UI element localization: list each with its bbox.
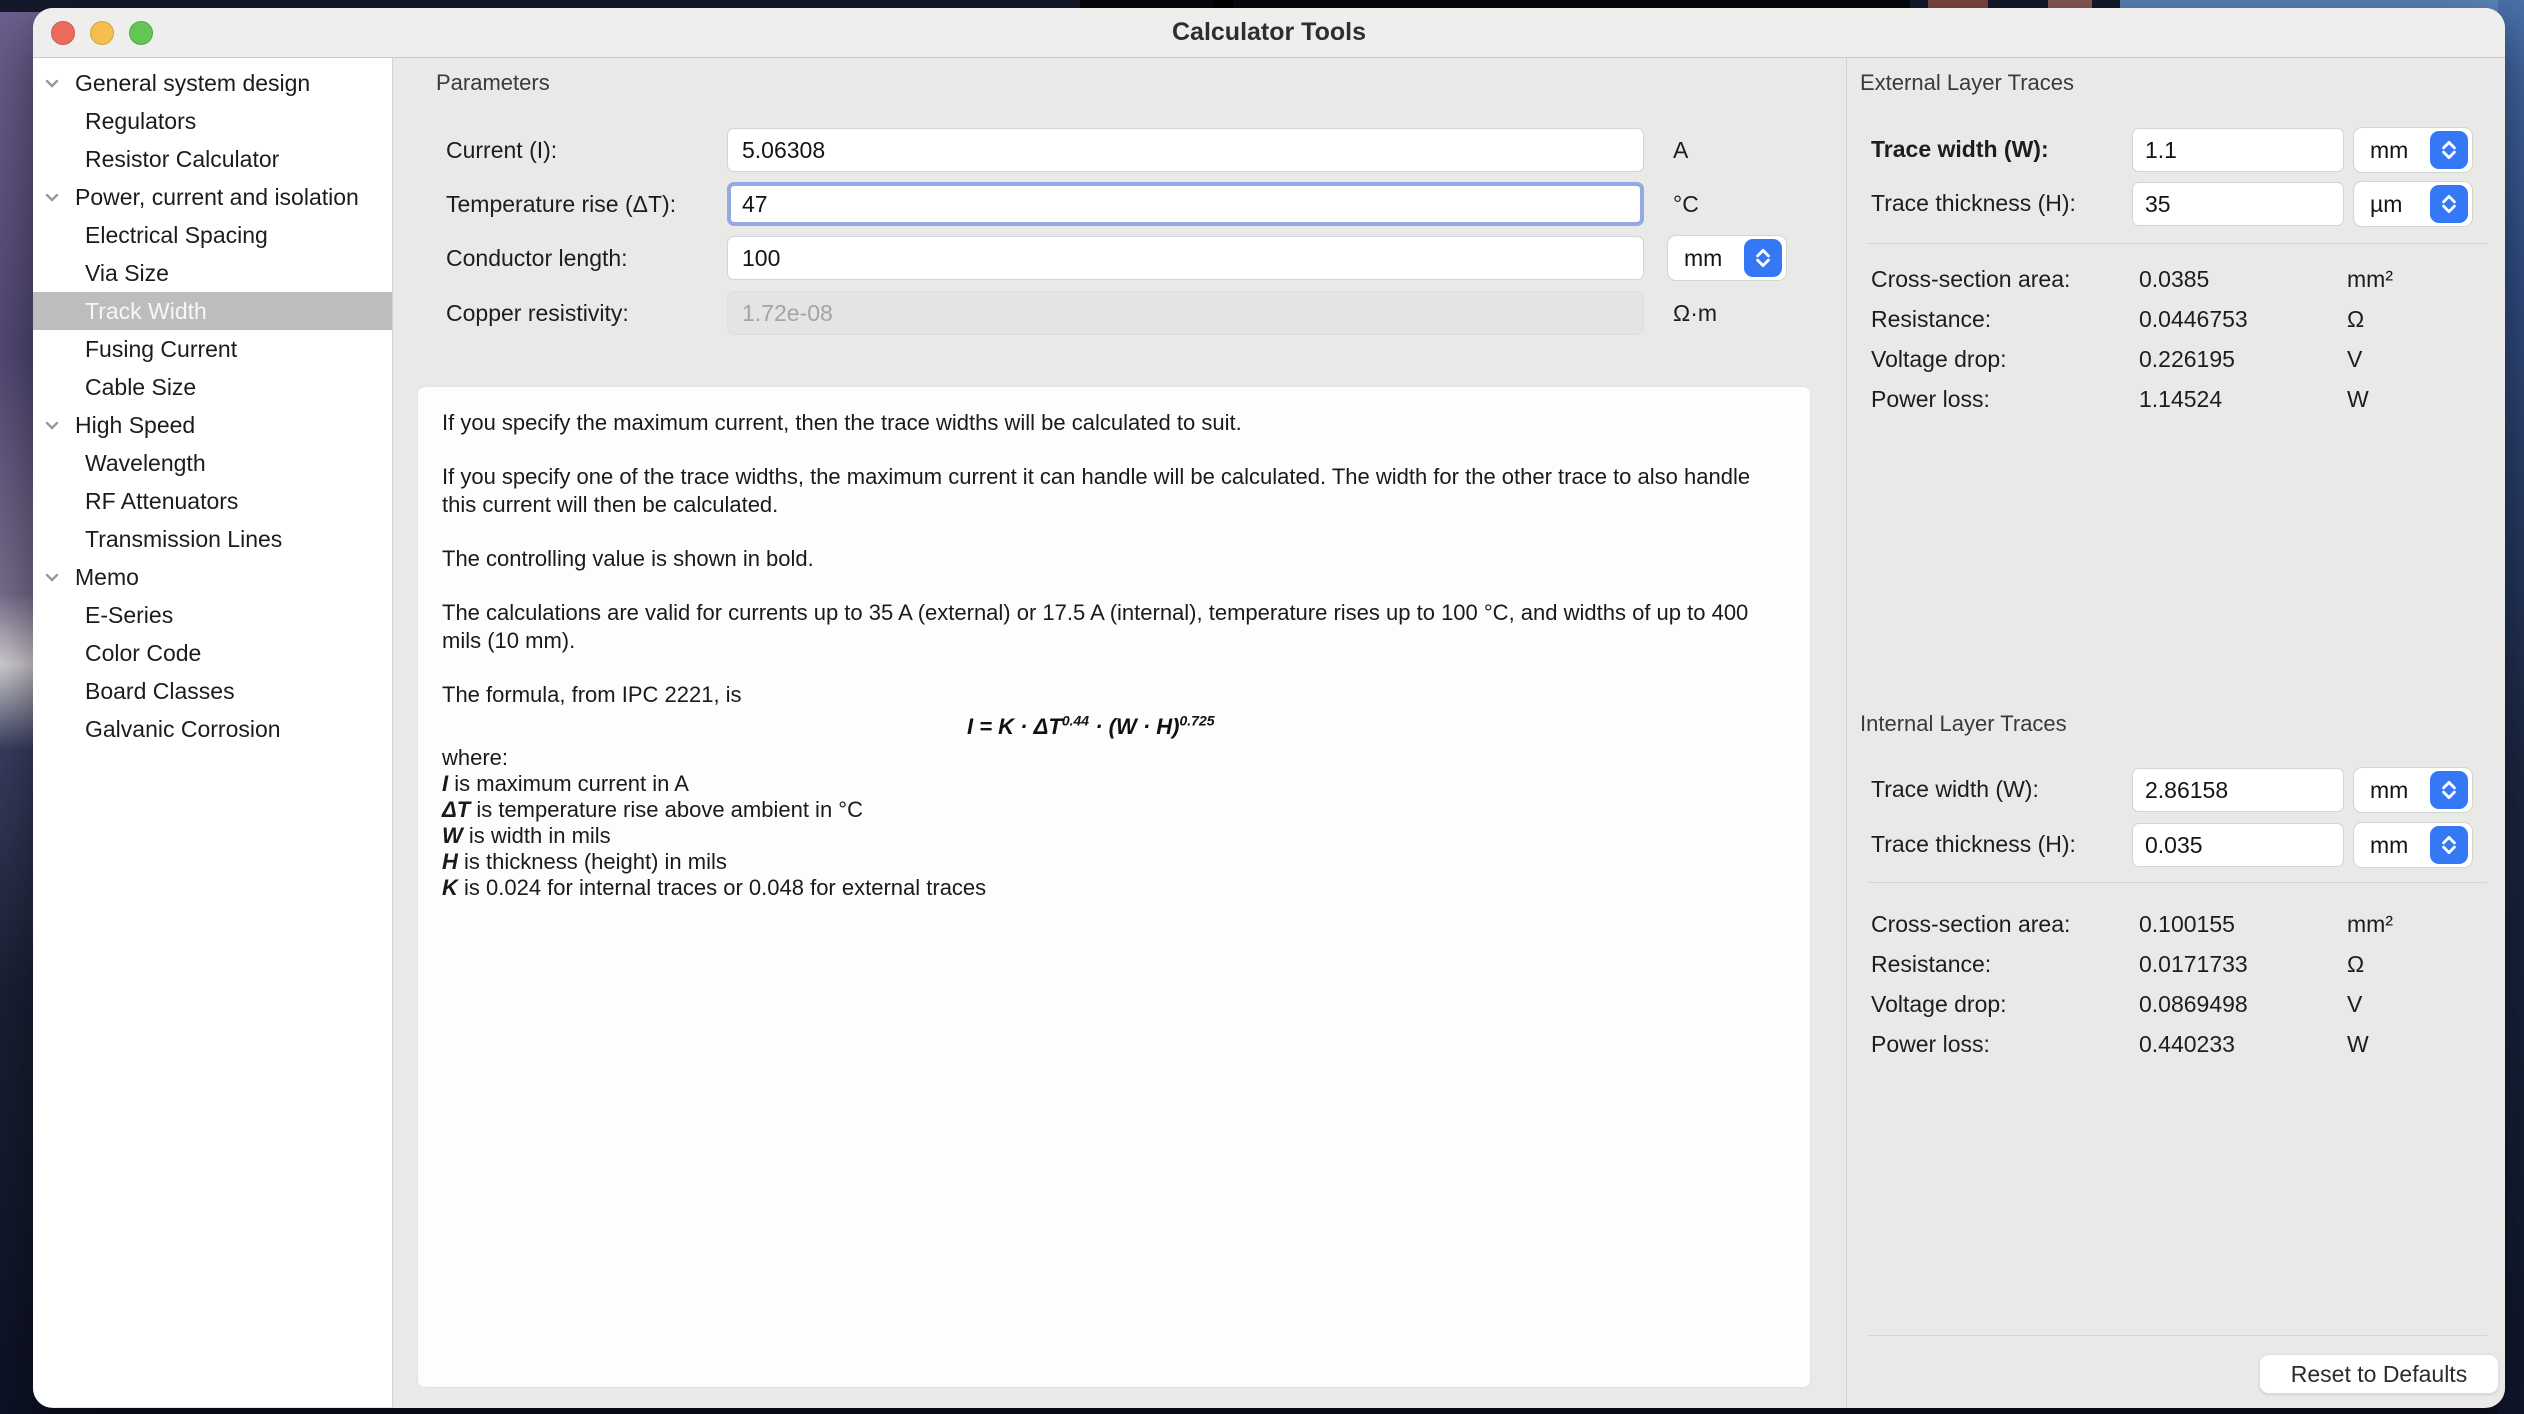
tree-item-e-series[interactable]: E-Series (33, 596, 392, 634)
temperature-rise-unit: °C (1673, 191, 1699, 218)
internal-trace-thickness-label: Trace thickness (H): (1871, 831, 2076, 858)
internal-results: Cross-section area: 0.100155 mm² Resista… (1847, 903, 2505, 1063)
tree-item-power-current-isolation[interactable]: Power, current and isolation (33, 178, 392, 216)
tree-item-rf-attenuators[interactable]: RF Attenuators (33, 482, 392, 520)
stepper-icon[interactable] (2430, 826, 2468, 864)
parameters-panel: Parameters Current (I): A Temperature ri… (393, 58, 1846, 1407)
tree-item-high-speed[interactable]: High Speed (33, 406, 392, 444)
external-trace-width-unit-select[interactable]: mm (2353, 127, 2473, 173)
calculator-tools-window: Calculator Tools General system design R… (33, 8, 2505, 1408)
result-row: Power loss: 1.14524 W (1847, 378, 2505, 418)
close-button[interactable] (51, 21, 75, 45)
stepper-icon[interactable] (2430, 131, 2468, 169)
divider (1867, 243, 2487, 244)
stepper-icon[interactable] (1744, 239, 1782, 277)
stepper-icon[interactable] (2430, 771, 2468, 809)
tree-item-galvanic-corrosion[interactable]: Galvanic Corrosion (33, 710, 392, 748)
result-row: Voltage drop: 0.0869498 V (1847, 983, 2505, 1023)
window-content: General system design Regulators Resisto… (33, 58, 2505, 1407)
ipc2221-formula: I = K · ΔT0.44 · (W · H)0.725 (967, 714, 1215, 739)
conductor-length-unit-select[interactable]: mm (1667, 235, 1787, 281)
tree-item-cable-size[interactable]: Cable Size (33, 368, 392, 406)
sidebar-tree: General system design Regulators Resisto… (33, 58, 393, 1407)
help-text-panel: If you specify the maximum current, then… (417, 386, 1811, 1388)
internal-trace-thickness-unit-select[interactable]: mm (2353, 822, 2473, 868)
tree-item-resistor-calculator[interactable]: Resistor Calculator (33, 140, 392, 178)
result-row: Resistance: 0.0171733 Ω (1847, 943, 2505, 983)
help-paragraph: The calculations are valid for currents … (442, 599, 1772, 655)
result-row: Cross-section area: 0.100155 mm² (1847, 903, 2505, 943)
result-row: Cross-section area: 0.0385 mm² (1847, 258, 2505, 298)
external-trace-width-label: Trace width (W): (1871, 136, 2049, 163)
tree-item-regulators[interactable]: Regulators (33, 102, 392, 140)
internal-trace-thickness-input[interactable] (2132, 823, 2344, 867)
internal-trace-width-label: Trace width (W): (1871, 776, 2039, 803)
reset-to-defaults-button[interactable]: Reset to Defaults (2259, 1354, 2499, 1394)
chevron-down-icon[interactable] (41, 414, 63, 436)
help-paragraph: If you specify the maximum current, then… (442, 409, 1772, 437)
traffic-lights (51, 21, 153, 45)
formula-legend: where: I is maximum current in A ΔT is t… (442, 745, 1786, 901)
help-paragraph: If you specify one of the trace widths, … (442, 463, 1772, 519)
temperature-rise-input[interactable] (727, 182, 1644, 226)
conductor-length-label: Conductor length: (446, 245, 628, 272)
result-row: Voltage drop: 0.226195 V (1847, 338, 2505, 378)
minimize-button[interactable] (90, 21, 114, 45)
conductor-length-input[interactable] (727, 236, 1644, 280)
tree-item-transmission-lines[interactable]: Transmission Lines (33, 520, 392, 558)
tree-item-board-classes[interactable]: Board Classes (33, 672, 392, 710)
parameters-section-title: Parameters (436, 70, 550, 96)
chevron-down-icon[interactable] (41, 566, 63, 588)
divider (1867, 1335, 2487, 1336)
external-trace-thickness-label: Trace thickness (H): (1871, 190, 2076, 217)
legend-line: W is width in mils (442, 823, 1786, 849)
chevron-down-icon[interactable] (41, 72, 63, 94)
tree-item-via-size[interactable]: Via Size (33, 254, 392, 292)
temperature-rise-label: Temperature rise (ΔT): (446, 191, 676, 218)
internal-trace-width-unit-select[interactable]: mm (2353, 767, 2473, 813)
legend-line: I is maximum current in A (442, 771, 1786, 797)
tree-item-memo[interactable]: Memo (33, 558, 392, 596)
external-trace-thickness-input[interactable] (2132, 182, 2344, 226)
external-traces-title: External Layer Traces (1860, 70, 2074, 96)
internal-traces-title: Internal Layer Traces (1860, 711, 2067, 737)
maximize-button[interactable] (129, 21, 153, 45)
where-label: where: (442, 745, 1786, 771)
copper-resistivity-unit: Ω·m (1673, 300, 1717, 327)
chevron-down-icon[interactable] (41, 186, 63, 208)
tree-item-general-system-design[interactable]: General system design (33, 64, 392, 102)
tree-item-wavelength[interactable]: Wavelength (33, 444, 392, 482)
window-title: Calculator Tools (1172, 18, 1366, 47)
legend-line: K is 0.024 for internal traces or 0.048 … (442, 875, 1786, 901)
tree-item-fusing-current[interactable]: Fusing Current (33, 330, 392, 368)
copper-resistivity-input (727, 291, 1644, 335)
result-row: Power loss: 0.440233 W (1847, 1023, 2505, 1063)
current-label: Current (I): (446, 137, 557, 164)
formula-line: I = K · ΔT0.44 · (W · H)0.725 (442, 713, 1786, 743)
tree-item-color-code[interactable]: Color Code (33, 634, 392, 672)
legend-line: H is thickness (height) in mils (442, 849, 1786, 875)
formula-intro: The formula, from IPC 2221, is (442, 681, 1772, 709)
legend-line: ΔT is temperature rise above ambient in … (442, 797, 1786, 823)
tree-item-track-width[interactable]: Track Width (33, 292, 392, 330)
traces-panel: External Layer Traces Trace width (W): m… (1846, 58, 2505, 1407)
help-paragraph: The controlling value is shown in bold. (442, 545, 1772, 573)
tree-item-electrical-spacing[interactable]: Electrical Spacing (33, 216, 392, 254)
desktop: Calculator Tools General system design R… (0, 0, 2524, 1414)
external-trace-width-input[interactable] (2132, 128, 2344, 172)
current-input[interactable] (727, 128, 1644, 172)
divider (1867, 882, 2487, 883)
current-unit: A (1673, 137, 1688, 164)
result-row: Resistance: 0.0446753 Ω (1847, 298, 2505, 338)
copper-resistivity-label: Copper resistivity: (446, 300, 629, 327)
external-results: Cross-section area: 0.0385 mm² Resistanc… (1847, 258, 2505, 418)
internal-trace-width-input[interactable] (2132, 768, 2344, 812)
external-trace-thickness-unit-select[interactable]: µm (2353, 181, 2473, 227)
titlebar: Calculator Tools (33, 8, 2505, 58)
stepper-icon[interactable] (2430, 185, 2468, 223)
